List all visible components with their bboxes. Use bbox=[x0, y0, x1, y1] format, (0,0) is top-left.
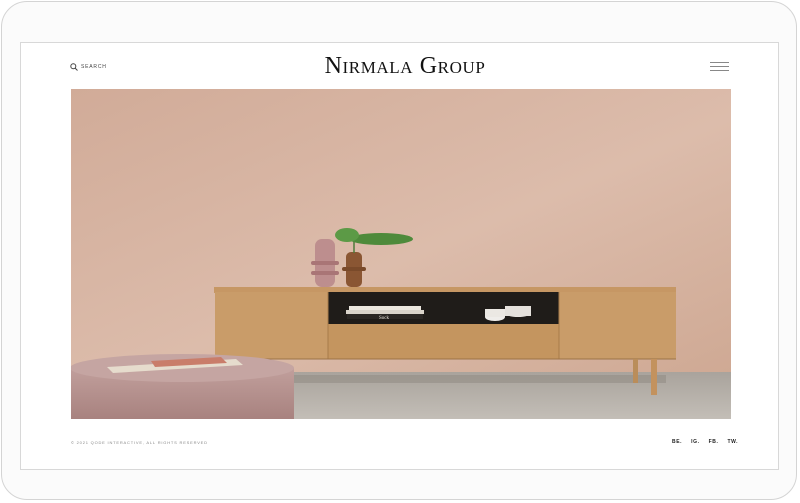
pouf-ottoman bbox=[71, 354, 294, 419]
search-icon bbox=[70, 63, 78, 71]
site-logo[interactable]: Nirmala Group bbox=[260, 50, 550, 82]
social-link-instagram[interactable]: IG. bbox=[691, 439, 699, 445]
social-links: BE. IG. FB. TW. bbox=[672, 439, 738, 445]
social-link-behance[interactable]: BE. bbox=[672, 439, 682, 445]
social-link-facebook[interactable]: FB. bbox=[709, 439, 719, 445]
book-spine-text: Sock bbox=[379, 316, 390, 321]
hamburger-menu-icon[interactable] bbox=[710, 61, 729, 71]
hero-image: Sock bbox=[71, 89, 731, 419]
search-label: SEARCH bbox=[81, 64, 107, 70]
search-button[interactable]: SEARCH bbox=[70, 61, 107, 73]
social-link-twitter[interactable]: TW. bbox=[727, 439, 738, 445]
copyright-text: © 2021 QODE INTERACTIVE, ALL RIGHTS RESE… bbox=[71, 440, 208, 445]
